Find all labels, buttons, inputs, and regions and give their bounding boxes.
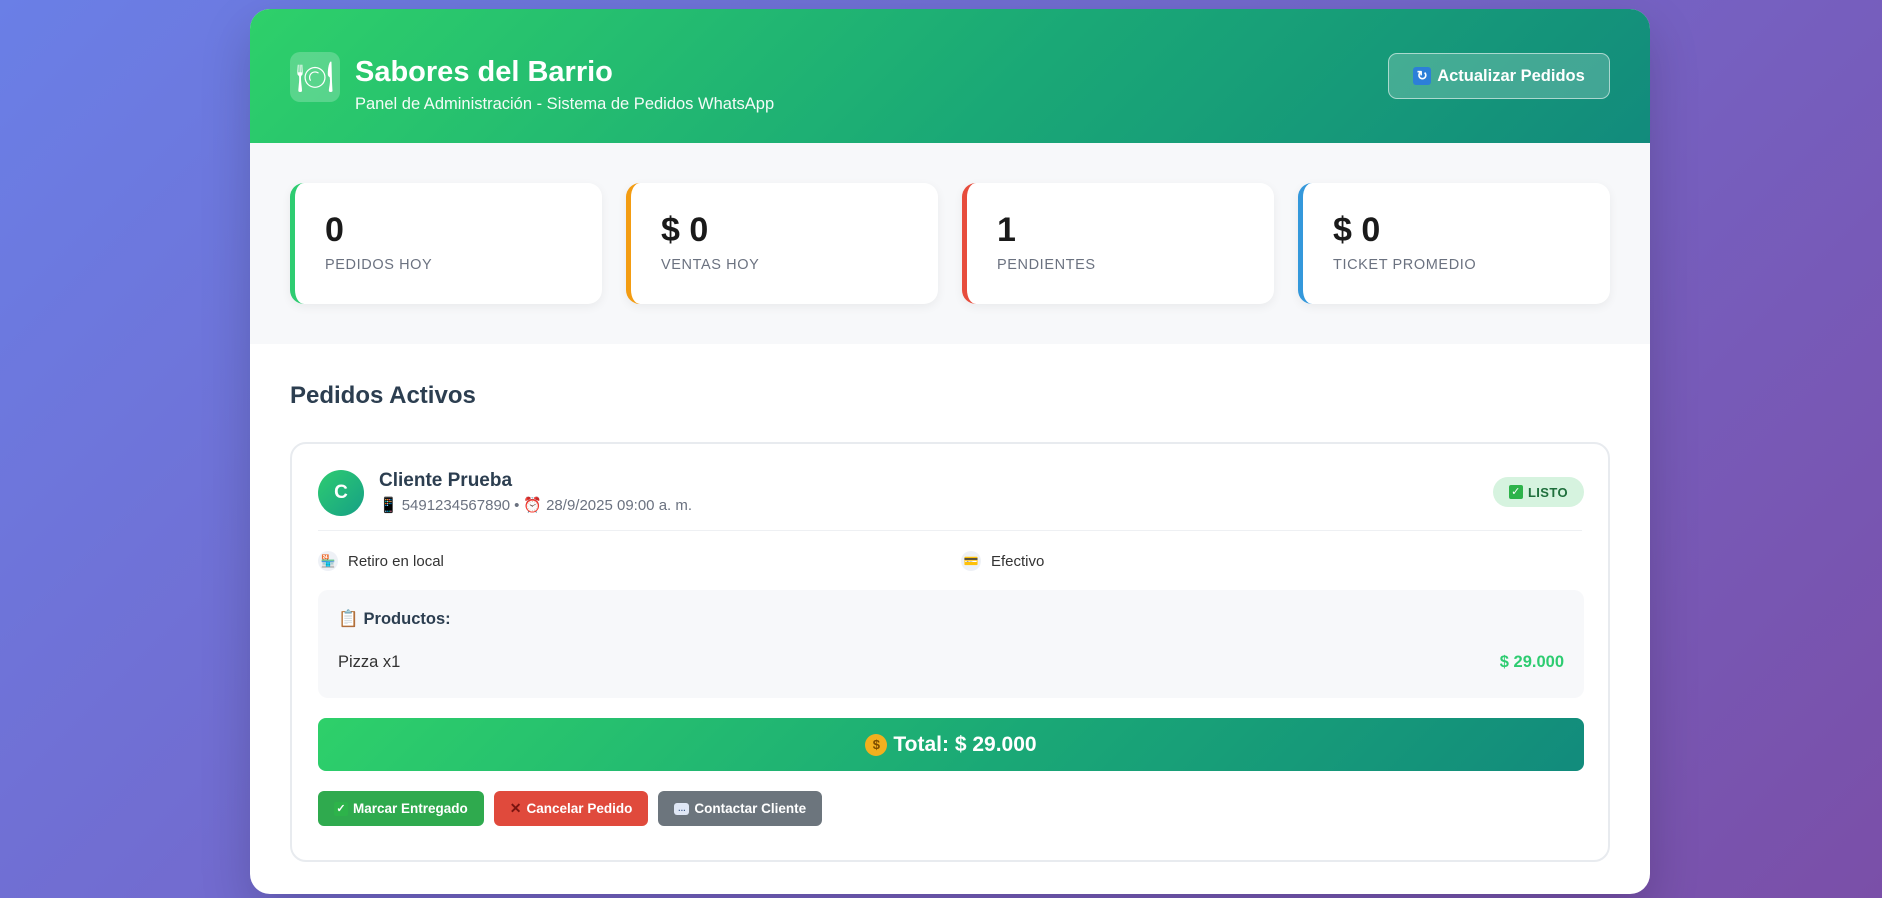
clock-icon: ⏰ bbox=[523, 497, 543, 514]
cancel-order-button[interactable]: ✕ Cancelar Pedido bbox=[493, 791, 649, 826]
stat-value: 0 bbox=[325, 211, 344, 249]
stat-label: TICKET PROMEDIO bbox=[1333, 257, 1477, 273]
stat-value: 1 bbox=[997, 211, 1016, 249]
admin-panel: 🍽 Sabores del Barrio Panel de Administra… bbox=[250, 9, 1650, 894]
products-heading: 📋 Productos: bbox=[338, 610, 451, 629]
money-bag-icon: $ bbox=[865, 733, 888, 756]
store-icon: 🏪 bbox=[318, 551, 338, 571]
stat-card-average-ticket: $ 0 TICKET PROMEDIO bbox=[1298, 183, 1610, 304]
avatar: C bbox=[318, 470, 364, 516]
refresh-icon: ↻ bbox=[1413, 67, 1432, 85]
order-card: C Cliente Prueba 📱 5491234567890 • ⏰ 28/… bbox=[290, 442, 1610, 862]
order-total: $ Total: $ 29.000 bbox=[318, 718, 1584, 771]
wallet-icon: 💳 bbox=[961, 551, 981, 571]
stat-card-pending: 1 PENDIENTES bbox=[962, 183, 1274, 304]
app-subtitle: Panel de Administración - Sistema de Ped… bbox=[355, 95, 775, 113]
customer-meta: 📱 5491234567890 • ⏰ 28/9/2025 09:00 a. m… bbox=[379, 496, 693, 515]
meta-separator: • bbox=[514, 496, 520, 514]
refresh-orders-button[interactable]: ↻ Actualizar Pedidos bbox=[1388, 53, 1610, 99]
check-icon: ✓ bbox=[334, 801, 348, 816]
phone-icon: 📱 bbox=[379, 497, 398, 514]
chat-icon: … bbox=[674, 802, 690, 815]
app-title: Sabores del Barrio bbox=[355, 56, 613, 88]
products-title: Productos: bbox=[363, 610, 451, 628]
stats-section: 0 PEDIDOS HOY $ 0 VENTAS HOY 1 PENDIENTE… bbox=[250, 143, 1650, 344]
stat-value: $ 0 bbox=[661, 211, 709, 249]
customer-phone: 5491234567890 bbox=[401, 496, 511, 514]
stat-label: VENTAS HOY bbox=[661, 257, 760, 273]
delivery-method: Retiro en local bbox=[348, 552, 444, 570]
mark-delivered-label: Marcar Entregado bbox=[353, 801, 468, 816]
delivery-info: 🏪 Retiro en local bbox=[318, 551, 444, 571]
stat-label: PEDIDOS HOY bbox=[325, 257, 433, 273]
order-total-label: Total: $ 29.000 bbox=[893, 732, 1037, 756]
payment-info: 💳 Efectivo bbox=[961, 551, 1044, 571]
order-actions: ✓ Marcar Entregado ✕ Cancelar Pedido … C… bbox=[318, 791, 823, 826]
products-box: 📋 Productos: Pizza x1 $ 29.000 bbox=[318, 590, 1584, 698]
stat-label: PENDIENTES bbox=[997, 257, 1096, 273]
product-name: Pizza x1 bbox=[338, 653, 401, 671]
restaurant-logo-icon: 🍽 bbox=[290, 52, 340, 102]
cancel-order-label: Cancelar Pedido bbox=[526, 801, 633, 816]
mark-delivered-button[interactable]: ✓ Marcar Entregado bbox=[318, 791, 484, 826]
stat-card-orders-today: 0 PEDIDOS HOY bbox=[290, 183, 602, 304]
refresh-orders-label: Actualizar Pedidos bbox=[1437, 66, 1585, 85]
active-orders-title: Pedidos Activos bbox=[290, 382, 476, 409]
customer-name: Cliente Prueba bbox=[379, 470, 513, 491]
divider bbox=[318, 530, 1582, 531]
clipboard-icon: 📋 bbox=[338, 610, 359, 628]
status-badge: ✓ LISTO bbox=[1492, 477, 1584, 507]
cross-icon: ✕ bbox=[509, 800, 522, 816]
payment-method: Efectivo bbox=[991, 552, 1045, 570]
status-badge-label: LISTO bbox=[1527, 484, 1568, 500]
order-datetime: 28/9/2025 09:00 a. m. bbox=[546, 496, 693, 514]
header: 🍽 Sabores del Barrio Panel de Administra… bbox=[250, 9, 1650, 143]
contact-customer-label: Contactar Cliente bbox=[694, 801, 807, 816]
stat-value: $ 0 bbox=[1333, 211, 1381, 249]
check-icon: ✓ bbox=[1508, 485, 1523, 499]
contact-customer-button[interactable]: … Contactar Cliente bbox=[658, 791, 823, 826]
product-price: $ 29.000 bbox=[1499, 653, 1564, 671]
stat-card-sales-today: $ 0 VENTAS HOY bbox=[626, 183, 938, 304]
